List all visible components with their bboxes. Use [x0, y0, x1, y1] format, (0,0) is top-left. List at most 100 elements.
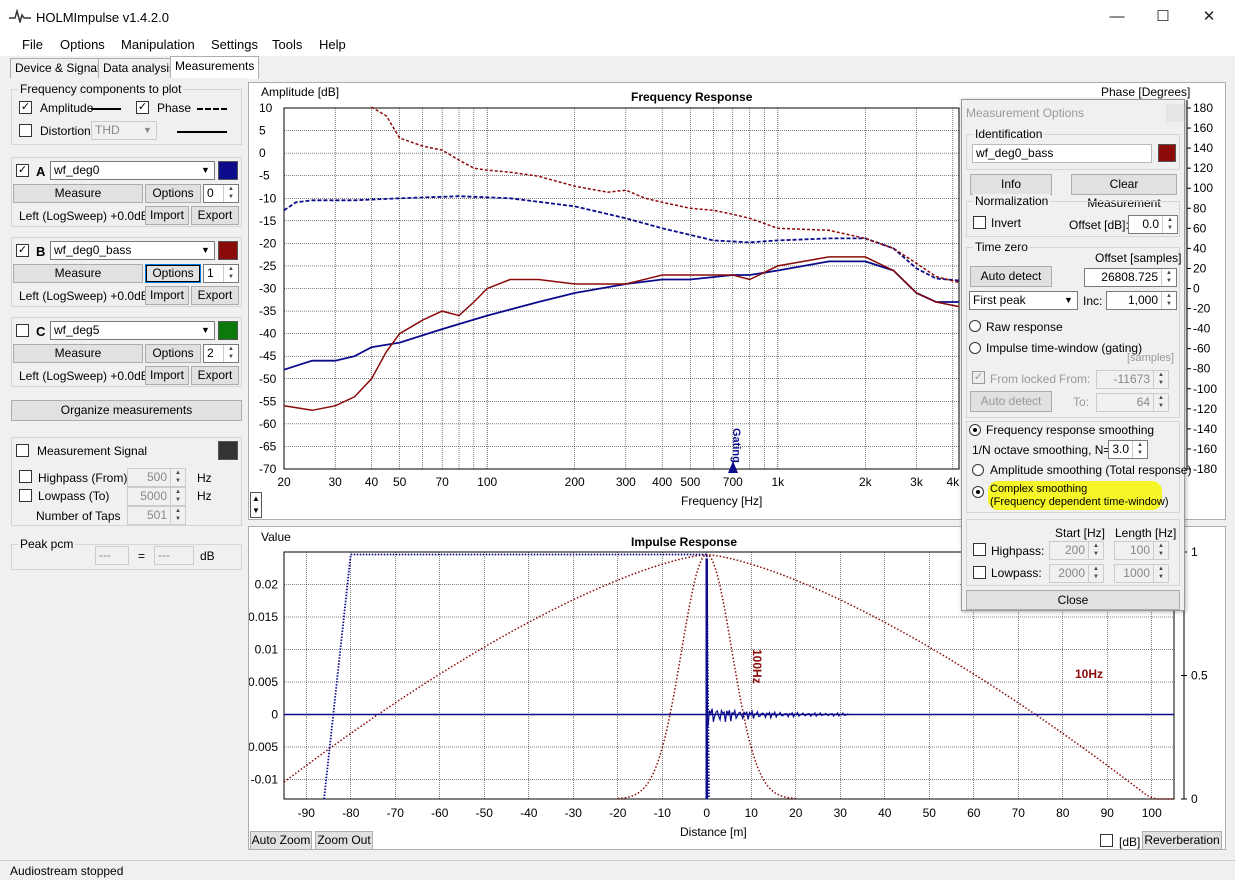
identification-input[interactable]: wf_deg0_bass — [972, 144, 1152, 163]
spin-arrows-icon[interactable]: ▲ ▼ — [1153, 565, 1168, 582]
raw-response-radio[interactable] — [969, 320, 981, 332]
lowpass-length-input[interactable]: 1000 ▲ ▼ — [1114, 564, 1169, 583]
measurement-a-select[interactable]: wf_deg0 ▼ — [50, 161, 215, 180]
spin-arrows-icon[interactable]: ▲ ▼ — [170, 488, 185, 505]
dialog-close-box[interactable] — [1166, 104, 1184, 122]
from-locked-checkbox[interactable]: ✓ — [972, 371, 985, 384]
to-input[interactable]: 64 ▲ ▼ — [1096, 393, 1169, 412]
offset-db-input[interactable]: 0.0 ▲ ▼ — [1128, 215, 1178, 234]
distortion-select[interactable]: THD ▼ — [91, 121, 157, 140]
options-b-spinner[interactable]: 1 ▲ ▼ — [203, 264, 239, 283]
dialog-close-button[interactable]: Close — [966, 590, 1180, 610]
first-peak-select[interactable]: First peak ▼ — [969, 291, 1078, 310]
spin-arrows-icon[interactable]: ▲ ▼ — [223, 345, 238, 362]
highpass-checkbox[interactable] — [19, 470, 32, 483]
tab-data-analysis[interactable]: Data analysis — [98, 58, 181, 78]
impulse-ylabel: Value — [261, 530, 291, 544]
freq-amp-tick-label: -50 — [259, 372, 277, 386]
export-c-button[interactable]: Export — [191, 366, 239, 385]
auto-zoom-button[interactable]: Auto Zoom — [250, 831, 312, 850]
menu-settings[interactable]: Settings — [211, 37, 258, 52]
tab-measurements[interactable]: Measurements — [170, 56, 260, 79]
impulse-y-tick-label: 0.015 — [249, 610, 278, 624]
spin-arrows-icon[interactable]: ▲ ▼ — [1162, 216, 1177, 233]
options-a-spinner[interactable]: 0 ▲ ▼ — [203, 184, 239, 203]
menu-manipulation[interactable]: Manipulation — [121, 37, 195, 52]
lowpass-start-input[interactable]: 2000 ▲ ▼ — [1049, 564, 1104, 583]
maximize-icon[interactable]: ☐ — [1140, 0, 1186, 34]
lowpass-input[interactable]: 5000 ▲ ▼ — [127, 487, 186, 506]
spin-arrows-icon[interactable]: ▲ ▼ — [1153, 394, 1168, 411]
measurement-a-color[interactable] — [218, 161, 238, 180]
export-a-button[interactable]: Export — [191, 206, 239, 225]
measurement-c-select[interactable]: wf_deg5 ▼ — [50, 321, 215, 340]
spin-arrows-icon[interactable]: ▲ ▼ — [170, 507, 185, 524]
measurement-signal-color[interactable] — [218, 441, 238, 460]
zoom-out-button[interactable]: Zoom Out — [315, 831, 373, 850]
spin-arrows-icon[interactable]: ▲ ▼ — [1132, 441, 1147, 458]
octave-input[interactable]: 3.0 ▲ ▼ — [1108, 440, 1148, 459]
spin-arrows-icon[interactable]: ▲ ▼ — [223, 185, 238, 202]
spin-arrows-icon[interactable]: ▲ ▼ — [1161, 292, 1176, 309]
options-c-button[interactable]: Options — [145, 344, 201, 363]
options-b-button[interactable]: Options — [145, 264, 201, 283]
from-input[interactable]: -11673 ▲ ▼ — [1096, 370, 1169, 389]
measurement-b-select[interactable]: wf_deg0_bass ▼ — [50, 241, 215, 260]
export-b-button[interactable]: Export — [191, 286, 239, 305]
dialog-lowpass-checkbox[interactable] — [973, 566, 986, 579]
options-a-button[interactable]: Options — [145, 184, 201, 203]
spin-arrows-icon[interactable]: ▲ ▼ — [1153, 542, 1168, 559]
spin-arrows-icon[interactable]: ▲ ▼ — [223, 265, 238, 282]
spin-arrows-icon[interactable]: ▲ ▼ — [1153, 371, 1168, 388]
import-b-button[interactable]: Import — [145, 286, 189, 305]
clear-measurement-button[interactable]: Clear Measurement — [1071, 174, 1177, 210]
reverberation-button[interactable]: Reverberation — [1142, 831, 1222, 850]
invert-checkbox[interactable] — [973, 216, 986, 229]
import-c-button[interactable]: Import — [145, 366, 189, 385]
measure-c-button[interactable]: Measure — [13, 344, 143, 363]
spin-arrows-icon[interactable]: ▲ ▼ — [1088, 542, 1103, 559]
smoothing-radio[interactable] — [969, 424, 981, 436]
highpass-length-input[interactable]: 100 ▲ ▼ — [1114, 541, 1169, 560]
auto-detect-button[interactable]: Auto detect — [970, 266, 1052, 287]
options-c-spinner[interactable]: 2 ▲ ▼ — [203, 344, 239, 363]
plot-split-arrows[interactable]: ▲ ▼ — [250, 492, 262, 518]
measurement-b-color[interactable] — [218, 241, 238, 260]
measurement-c-checkbox[interactable] — [16, 324, 29, 337]
phase-checkbox[interactable]: ✓ — [136, 101, 149, 114]
minimize-icon[interactable]: — — [1094, 0, 1140, 34]
measure-b-button[interactable]: Measure — [13, 264, 143, 283]
menu-file[interactable]: File — [22, 37, 43, 52]
tab-device-signal[interactable]: Device & Signal — [10, 58, 105, 78]
measurement-signal-checkbox[interactable] — [16, 444, 29, 457]
highpass-start-input[interactable]: 200 ▲ ▼ — [1049, 541, 1104, 560]
db-checkbox[interactable] — [1100, 834, 1113, 847]
auto-detect-2-button[interactable]: Auto detect — [970, 391, 1052, 412]
measurement-a-checkbox[interactable]: ✓ — [16, 164, 29, 177]
import-a-button[interactable]: Import — [145, 206, 189, 225]
spin-arrows-icon[interactable]: ▲ ▼ — [1088, 565, 1103, 582]
info-button[interactable]: Info — [970, 174, 1052, 195]
close-icon[interactable]: ✕ — [1186, 0, 1232, 34]
lowpass-checkbox[interactable] — [19, 489, 32, 502]
dialog-highpass-checkbox[interactable] — [973, 543, 986, 556]
complex-smoothing-radio[interactable] — [972, 486, 984, 498]
organize-measurements-button[interactable]: Organize measurements — [11, 400, 242, 421]
impulse-window-radio[interactable] — [969, 342, 981, 354]
taps-input[interactable]: 501 ▲ ▼ — [127, 506, 186, 525]
distortion-checkbox[interactable] — [19, 124, 32, 137]
menu-options[interactable]: Options — [60, 37, 105, 52]
amp-smoothing-radio[interactable] — [972, 464, 984, 476]
measure-a-button[interactable]: Measure — [13, 184, 143, 203]
menu-help[interactable]: Help — [319, 37, 346, 52]
inc-input[interactable]: 1,000 ▲ ▼ — [1106, 291, 1177, 310]
measurement-c-color[interactable] — [218, 321, 238, 340]
offset-samples-input[interactable]: 26808.725 ▲ ▼ — [1084, 268, 1177, 287]
measurement-b-checkbox[interactable]: ✓ — [16, 244, 29, 257]
amplitude-checkbox[interactable]: ✓ — [19, 101, 32, 114]
menu-tools[interactable]: Tools — [272, 37, 302, 52]
spin-arrows-icon[interactable]: ▲ ▼ — [170, 469, 185, 486]
identification-color[interactable] — [1158, 144, 1176, 162]
spin-arrows-icon[interactable]: ▲ ▼ — [1161, 269, 1176, 286]
highpass-input[interactable]: 500 ▲ ▼ — [127, 468, 186, 487]
